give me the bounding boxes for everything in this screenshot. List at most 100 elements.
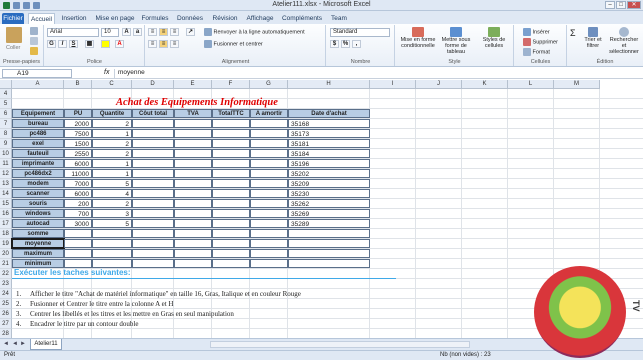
date-cell[interactable]: 35269 — [288, 209, 370, 218]
empty-cell[interactable] — [250, 219, 288, 228]
table-header[interactable]: TotalTTC — [212, 109, 250, 118]
fx-icon[interactable]: fx — [104, 69, 109, 76]
empty-cell[interactable] — [174, 139, 212, 148]
sheet-tab-atelier11[interactable]: Atelier11 — [30, 339, 62, 350]
delete-button[interactable]: Supprimer — [523, 38, 558, 46]
quantite-cell[interactable]: 1 — [92, 169, 132, 178]
empty-cell[interactable] — [174, 169, 212, 178]
column-header[interactable]: B — [64, 80, 92, 89]
thousands-button[interactable]: , — [352, 40, 361, 48]
column-header[interactable]: F — [212, 80, 250, 89]
table-header[interactable]: Date d'achat — [288, 109, 370, 118]
quantite-cell[interactable]: 2 — [92, 139, 132, 148]
empty-cell[interactable] — [250, 149, 288, 158]
font-color-button[interactable]: A — [115, 40, 124, 48]
empty-cell[interactable] — [212, 159, 250, 168]
grow-font-button[interactable]: A — [122, 28, 131, 36]
wrap-text-button[interactable]: Renvoyer à la ligne automatiquement — [204, 28, 305, 36]
row-header[interactable]: 22 — [0, 269, 12, 279]
row-header[interactable]: 9 — [0, 139, 12, 149]
equipement-cell[interactable]: imprimante — [12, 159, 64, 168]
equipement-cell[interactable]: windows — [12, 209, 64, 218]
format-button[interactable]: Format — [523, 48, 550, 56]
align-bottom-button[interactable]: ≡ — [170, 28, 179, 36]
empty-cell[interactable] — [212, 169, 250, 178]
empty-cell[interactable] — [132, 239, 174, 248]
font-name-combo[interactable]: Arial — [47, 28, 99, 37]
align-right-button[interactable]: ≡ — [170, 40, 179, 48]
equipement-cell[interactable]: modem — [12, 179, 64, 188]
date-cell[interactable]: 35184 — [288, 149, 370, 158]
empty-cell[interactable] — [132, 199, 174, 208]
pu-cell[interactable]: 2000 — [64, 119, 92, 128]
equipement-cell[interactable]: souris — [12, 199, 64, 208]
cut-icon[interactable] — [30, 27, 38, 35]
format-as-table-button[interactable]: Mettre sous forme de tableau — [438, 27, 474, 55]
row-header[interactable]: 4 — [0, 89, 12, 99]
date-cell[interactable]: 35181 — [288, 139, 370, 148]
empty-cell[interactable] — [250, 199, 288, 208]
pu-cell[interactable]: 1500 — [64, 139, 92, 148]
empty-cell[interactable] — [250, 209, 288, 218]
quantite-cell[interactable]: 3 — [92, 209, 132, 218]
italic-button[interactable]: I — [58, 40, 67, 48]
empty-cell[interactable] — [64, 259, 92, 268]
empty-cell[interactable] — [174, 129, 212, 138]
formula-input[interactable]: moyenne — [114, 69, 640, 78]
empty-cell[interactable] — [212, 259, 250, 268]
table-header[interactable]: PU — [64, 109, 92, 118]
format-painter-icon[interactable] — [30, 47, 38, 55]
empty-cell[interactable] — [212, 239, 250, 248]
empty-cell[interactable] — [174, 159, 212, 168]
empty-cell[interactable] — [92, 229, 132, 238]
tab-accueil[interactable]: Accueil — [28, 13, 55, 24]
empty-cell[interactable] — [288, 259, 370, 268]
pu-cell[interactable]: 6000 — [64, 189, 92, 198]
empty-cell[interactable] — [250, 119, 288, 128]
autosum-button[interactable]: Σ — [570, 28, 576, 38]
tab-affichage[interactable]: Affichage — [244, 13, 276, 24]
pu-cell[interactable]: 11000 — [64, 169, 92, 178]
empty-cell[interactable] — [132, 149, 174, 158]
empty-cell[interactable] — [132, 229, 174, 238]
orientation-button[interactable]: ↗ — [186, 28, 195, 36]
row-header[interactable]: 19 — [0, 239, 12, 249]
empty-cell[interactable] — [174, 219, 212, 228]
column-header[interactable]: H — [288, 80, 370, 89]
empty-cell[interactable] — [132, 129, 174, 138]
column-header[interactable]: G — [250, 80, 288, 89]
pu-cell[interactable]: 7500 — [64, 129, 92, 138]
empty-cell[interactable] — [174, 119, 212, 128]
empty-cell[interactable] — [174, 259, 212, 268]
empty-cell[interactable] — [132, 159, 174, 168]
date-cell[interactable]: 35262 — [288, 199, 370, 208]
empty-cell[interactable] — [250, 239, 288, 248]
equipement-cell[interactable]: scanner — [12, 189, 64, 198]
empty-cell[interactable] — [212, 139, 250, 148]
pu-cell[interactable]: 700 — [64, 209, 92, 218]
underline-button[interactable]: S — [69, 40, 78, 48]
column-header[interactable]: M — [554, 80, 600, 89]
column-header[interactable]: D — [132, 80, 174, 89]
quantite-cell[interactable]: 1 — [92, 159, 132, 168]
row-header[interactable]: 27 — [0, 319, 12, 329]
empty-cell[interactable] — [288, 249, 370, 258]
tab-complements[interactable]: Compléments — [280, 13, 324, 24]
tab-mise-en-page[interactable]: Mise en page — [94, 13, 136, 24]
minimize-button[interactable]: – — [605, 1, 615, 9]
active-cell[interactable]: moyenne — [11, 238, 65, 249]
fill-color-button[interactable] — [101, 40, 110, 48]
column-header[interactable]: I — [370, 80, 416, 89]
row-header[interactable]: 25 — [0, 299, 12, 309]
row-header[interactable]: 26 — [0, 309, 12, 319]
quantite-cell[interactable]: 2 — [92, 119, 132, 128]
empty-cell[interactable] — [212, 189, 250, 198]
quantite-cell[interactable]: 5 — [92, 219, 132, 228]
empty-cell[interactable] — [64, 249, 92, 258]
equipement-cell[interactable]: exel — [12, 139, 64, 148]
date-cell[interactable]: 35230 — [288, 189, 370, 198]
summary-label[interactable]: minimum — [12, 259, 64, 268]
shrink-font-button[interactable]: a — [133, 28, 142, 36]
table-header[interactable]: Quantite — [92, 109, 132, 118]
empty-cell[interactable] — [132, 169, 174, 178]
